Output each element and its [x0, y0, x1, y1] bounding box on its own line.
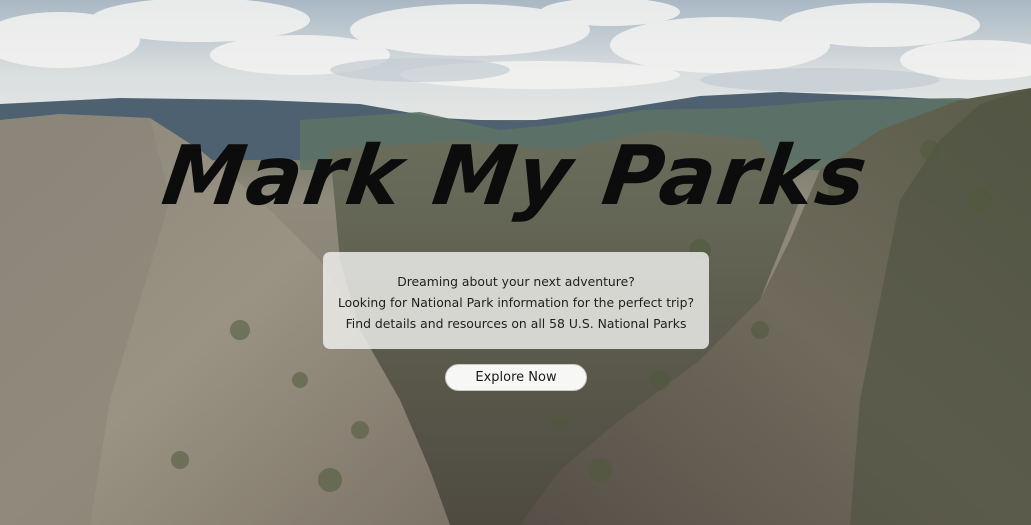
site-title: Mark My Parks	[156, 129, 875, 224]
intro-panel: Dreaming about your next adventure? Look…	[323, 252, 709, 349]
explore-now-button[interactable]: Explore Now	[445, 364, 587, 391]
intro-line-2: Looking for National Park information fo…	[337, 295, 695, 310]
intro-line-3: Find details and resources on all 58 U.S…	[345, 316, 687, 331]
hero-section: Mark My Parks Dreaming about your next a…	[0, 0, 1031, 525]
intro-line-1: Dreaming about your next adventure?	[397, 274, 635, 289]
